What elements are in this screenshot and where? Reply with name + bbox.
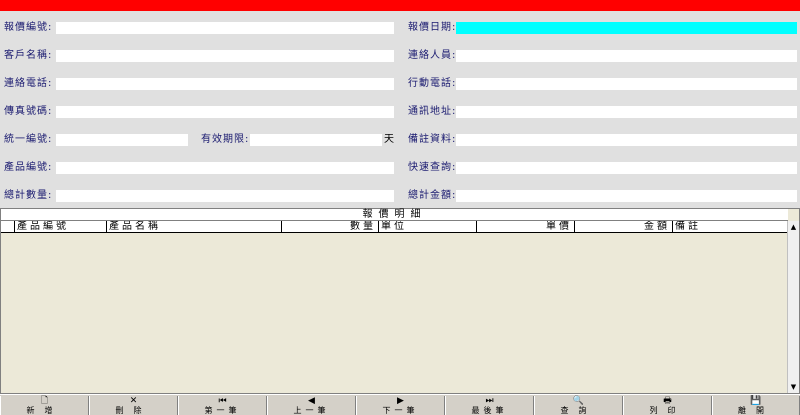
total-qty-label: 總計數量:	[4, 190, 53, 201]
magnifier-icon: 🔍	[572, 396, 585, 406]
print-button-label: 列印	[649, 406, 686, 415]
grid-header: 產品編號 產品名稱 數量 單位 單價 金額 備註	[1, 221, 788, 233]
grid-title: 報價明細	[1, 209, 788, 221]
col-amount[interactable]: 金額	[575, 221, 673, 233]
title-bar	[0, 0, 800, 11]
total-amount-field[interactable]	[456, 190, 797, 202]
scroll-down-arrow-icon[interactable]: ▼	[788, 381, 799, 393]
product-no-field[interactable]	[56, 162, 394, 174]
contact-field[interactable]	[456, 50, 797, 62]
exit-button-label: 離開	[738, 406, 774, 415]
last-record-icon: ⏭	[485, 396, 494, 406]
exit-button[interactable]: 💾 離開	[712, 396, 800, 415]
scroll-up-arrow-icon[interactable]: ▲	[788, 221, 799, 233]
quote-date-label: 報價日期:	[408, 22, 457, 33]
validity-unit: 天	[384, 134, 394, 145]
save-disk-icon: 💾	[750, 396, 762, 406]
col-unit[interactable]: 單位	[379, 221, 477, 233]
quick-search-field[interactable]	[456, 162, 797, 174]
validity-field[interactable]	[250, 134, 382, 146]
fax-label: 傳真號碼:	[4, 106, 53, 117]
new-button[interactable]: 🗋 新增	[0, 396, 89, 415]
contact-label: 連絡人員:	[408, 50, 457, 61]
fax-field[interactable]	[56, 106, 394, 118]
product-no-label: 產品編號:	[4, 162, 53, 173]
phone-field[interactable]	[56, 78, 394, 90]
next-record-label: 下一筆	[382, 406, 419, 415]
total-qty-field[interactable]	[56, 190, 394, 202]
mobile-label: 行動電話:	[408, 78, 457, 89]
new-document-icon: 🗋	[40, 396, 49, 406]
query-button-label: 查詢	[560, 406, 597, 415]
last-record-button[interactable]: ⏭ 最後筆	[445, 396, 534, 415]
delete-x-icon: ✕	[129, 396, 138, 406]
first-record-label: 第一筆	[204, 406, 241, 415]
address-field[interactable]	[456, 106, 797, 118]
delete-button[interactable]: ✕ 刪除	[89, 396, 178, 415]
quick-search-label: 快速查詢:	[408, 162, 457, 173]
last-record-label: 最後筆	[471, 406, 508, 415]
customer-field[interactable]	[56, 50, 394, 62]
first-record-button[interactable]: ⏮ 第一筆	[178, 396, 267, 415]
col-quantity[interactable]: 數量	[282, 221, 379, 233]
validity-label: 有效期限:	[201, 134, 250, 145]
col-unit-price[interactable]: 單價	[477, 221, 575, 233]
quote-date-field[interactable]	[456, 22, 797, 34]
prev-record-label: 上一筆	[293, 406, 330, 415]
toolbar: 🗋 新增 ✕ 刪除 ⏮ 第一筆 ◀ 上一筆 ▶ 下一筆 ⏭ 最後筆 🔍 查詢 🖶…	[0, 394, 800, 415]
col-product-no[interactable]: 產品編號	[15, 221, 107, 233]
tax-id-field[interactable]	[56, 134, 188, 146]
tax-id-label: 統一編號:	[4, 134, 53, 145]
col-remarks[interactable]: 備註	[673, 221, 788, 233]
next-record-button[interactable]: ▶ 下一筆	[356, 396, 445, 415]
prev-record-icon: ◀	[308, 396, 315, 406]
remarks-field[interactable]	[456, 134, 797, 146]
query-button[interactable]: 🔍 查詢	[534, 396, 623, 415]
quote-form: 報價編號: 報價日期: 客戶名稱: 連絡人員: 連絡電話: 行動電話: 傳真號碼…	[0, 11, 800, 207]
customer-label: 客戶名稱:	[4, 50, 53, 61]
total-amount-label: 總計金額:	[408, 190, 457, 201]
quote-no-label: 報價編號:	[4, 22, 53, 33]
row-selector-header	[1, 221, 15, 233]
col-product-name[interactable]: 產品名稱	[107, 221, 282, 233]
quote-no-field[interactable]	[56, 22, 394, 34]
printer-icon: 🖶	[663, 396, 672, 406]
phone-label: 連絡電話:	[4, 78, 53, 89]
remarks-label: 備註資料:	[408, 134, 457, 145]
new-button-label: 新增	[26, 406, 63, 415]
prev-record-button[interactable]: ◀ 上一筆	[267, 396, 356, 415]
first-record-icon: ⏮	[218, 396, 227, 406]
next-record-icon: ▶	[397, 396, 404, 406]
print-button[interactable]: 🖶 列印	[623, 396, 712, 415]
quote-detail-grid[interactable]: 報價明細 產品編號 產品名稱 數量 單位 單價 金額 備註 ▲ ▼	[0, 208, 800, 394]
mobile-field[interactable]	[456, 78, 797, 90]
address-label: 通訊地址:	[408, 106, 457, 117]
delete-button-label: 刪除	[115, 406, 152, 415]
grid-vertical-scrollbar[interactable]: ▲ ▼	[787, 221, 799, 393]
